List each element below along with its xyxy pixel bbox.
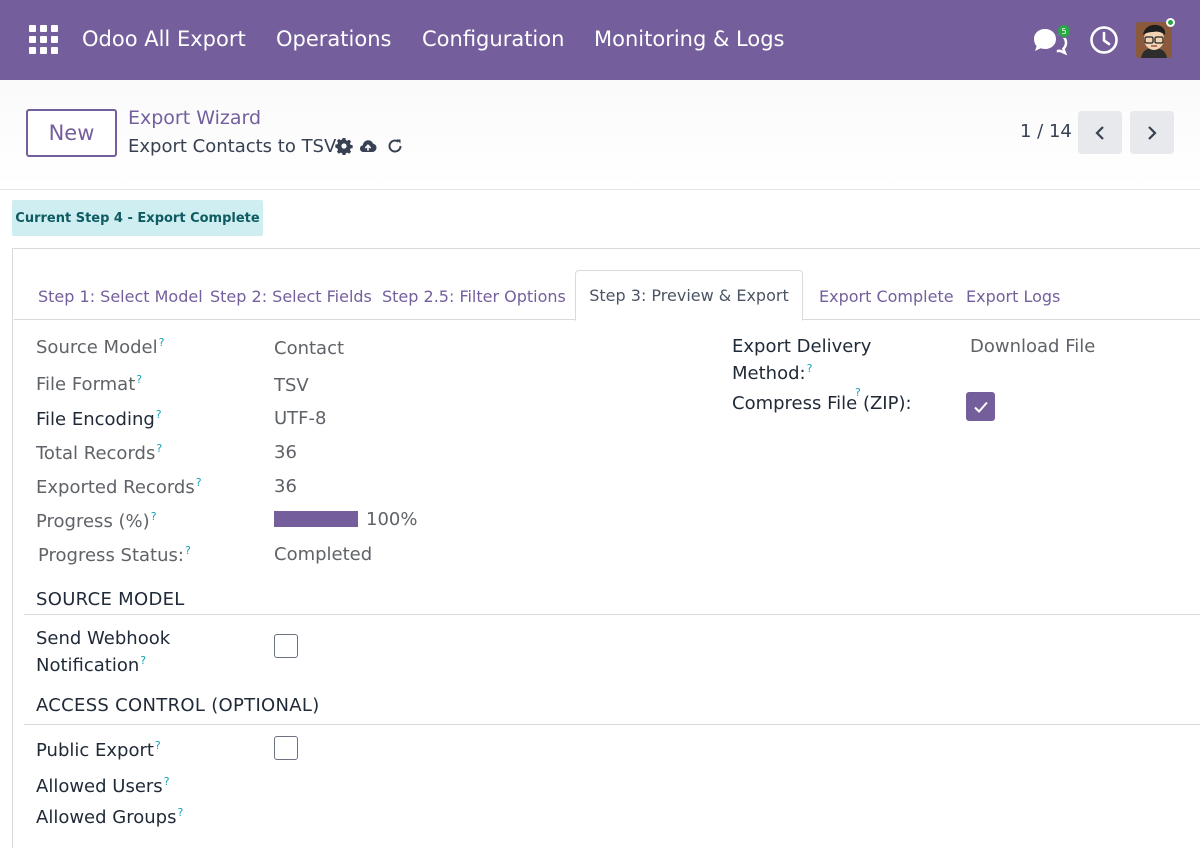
user-avatar[interactable] <box>1136 22 1172 58</box>
help-icon[interactable]: ? <box>156 408 162 421</box>
pager-value[interactable]: 1 / 14 <box>1020 121 1072 142</box>
activity-button[interactable] <box>1085 20 1125 60</box>
record-name: Export Contacts to TSV <box>128 136 337 157</box>
section-divider <box>24 614 1200 615</box>
tab-step-2[interactable]: Step 2: Select Fields <box>210 287 372 306</box>
label-send-webhook: Send Webhook Notification? <box>36 628 171 676</box>
top-navbar: Odoo All Export Operations Configuration… <box>0 0 1200 80</box>
help-icon[interactable]: ? <box>177 806 183 819</box>
public-export-checkbox[interactable] <box>274 736 298 760</box>
progress-bar <box>274 511 358 527</box>
help-icon[interactable]: ? <box>807 362 813 375</box>
label-exported-records: Exported Records? <box>36 476 202 498</box>
help-icon[interactable]: ? <box>855 386 861 399</box>
label-allowed-users: Allowed Users? <box>36 775 170 797</box>
help-icon[interactable]: ? <box>151 510 157 523</box>
cloud-upload-icon[interactable] <box>359 137 377 155</box>
chevron-right-icon <box>1148 125 1157 140</box>
value-progress-status: Completed <box>274 544 373 565</box>
help-icon[interactable]: ? <box>155 739 161 752</box>
apps-menu-icon[interactable] <box>29 25 59 55</box>
menu-monitoring-logs[interactable]: Monitoring & Logs <box>594 27 784 51</box>
chevron-left-icon <box>1095 125 1104 140</box>
app-brand[interactable]: Odoo All Export <box>82 27 246 51</box>
messages-badge: 5 <box>1057 24 1071 38</box>
discard-refresh-icon[interactable] <box>386 137 404 155</box>
control-panel: New Export Wizard Export Contacts to TSV… <box>0 80 1200 190</box>
value-total-records: 36 <box>274 442 297 463</box>
label-allowed-groups: Allowed Groups? <box>36 806 184 828</box>
help-icon[interactable]: ? <box>136 373 142 386</box>
tab-export-complete[interactable]: Export Complete <box>819 287 954 306</box>
label-progress-status: Progress Status:? <box>38 544 191 566</box>
avatar-face-icon <box>1136 22 1172 58</box>
value-source-model: Contact <box>274 338 345 359</box>
tab-step-3-active[interactable]: Step 3: Preview & Export <box>575 270 803 321</box>
gear-icon[interactable] <box>335 137 353 156</box>
help-icon[interactable]: ? <box>159 336 165 349</box>
tab-step-2-5[interactable]: Step 2.5: Filter Options <box>382 287 566 306</box>
pager-previous-button[interactable] <box>1078 111 1122 154</box>
status-badge: Current Step 4 - Export Complete <box>12 200 263 236</box>
progress-value: 100% <box>366 509 418 530</box>
label-file-format: File Format? <box>36 373 143 395</box>
label-file-encoding: File Encoding? <box>36 408 162 430</box>
section-title-access-control: ACCESS CONTROL (OPTIONAL) <box>36 695 320 716</box>
menu-configuration[interactable]: Configuration <box>422 27 564 51</box>
clock-icon <box>1090 26 1118 54</box>
checkmark-icon <box>973 401 988 413</box>
pager-next-button[interactable] <box>1130 111 1174 154</box>
section-divider <box>24 724 1200 725</box>
section-title-source-model: SOURCE MODEL <box>36 589 185 610</box>
value-exported-records: 36 <box>274 476 297 497</box>
compress-file-checkbox[interactable] <box>966 392 995 421</box>
value-delivery-method: Download File <box>970 336 1096 357</box>
value-file-encoding: UTF-8 <box>274 408 327 429</box>
value-file-format: TSV <box>274 375 309 396</box>
help-icon[interactable]: ? <box>164 775 170 788</box>
label-public-export: Public Export? <box>36 739 161 761</box>
label-source-model: Source Model? <box>36 336 165 358</box>
help-icon[interactable]: ? <box>196 476 202 489</box>
send-webhook-checkbox[interactable] <box>274 634 298 658</box>
online-status-dot <box>1166 18 1175 27</box>
new-button[interactable]: New <box>26 109 117 157</box>
tab-export-logs[interactable]: Export Logs <box>966 287 1060 306</box>
help-icon[interactable]: ? <box>185 544 191 557</box>
help-icon[interactable]: ? <box>156 442 162 455</box>
tab-step-1[interactable]: Step 1: Select Model <box>38 287 203 306</box>
help-icon[interactable]: ? <box>140 654 146 667</box>
label-progress: Progress (%)? <box>36 510 157 532</box>
breadcrumb-export-wizard[interactable]: Export Wizard <box>128 107 261 129</box>
label-compress-file: Compress File (ZIP): <box>732 393 912 414</box>
label-delivery-method: Export Delivery Method:? <box>732 336 872 384</box>
menu-operations[interactable]: Operations <box>276 27 391 51</box>
messaging-button[interactable]: 5 <box>1030 20 1071 60</box>
label-total-records: Total Records? <box>36 442 163 464</box>
